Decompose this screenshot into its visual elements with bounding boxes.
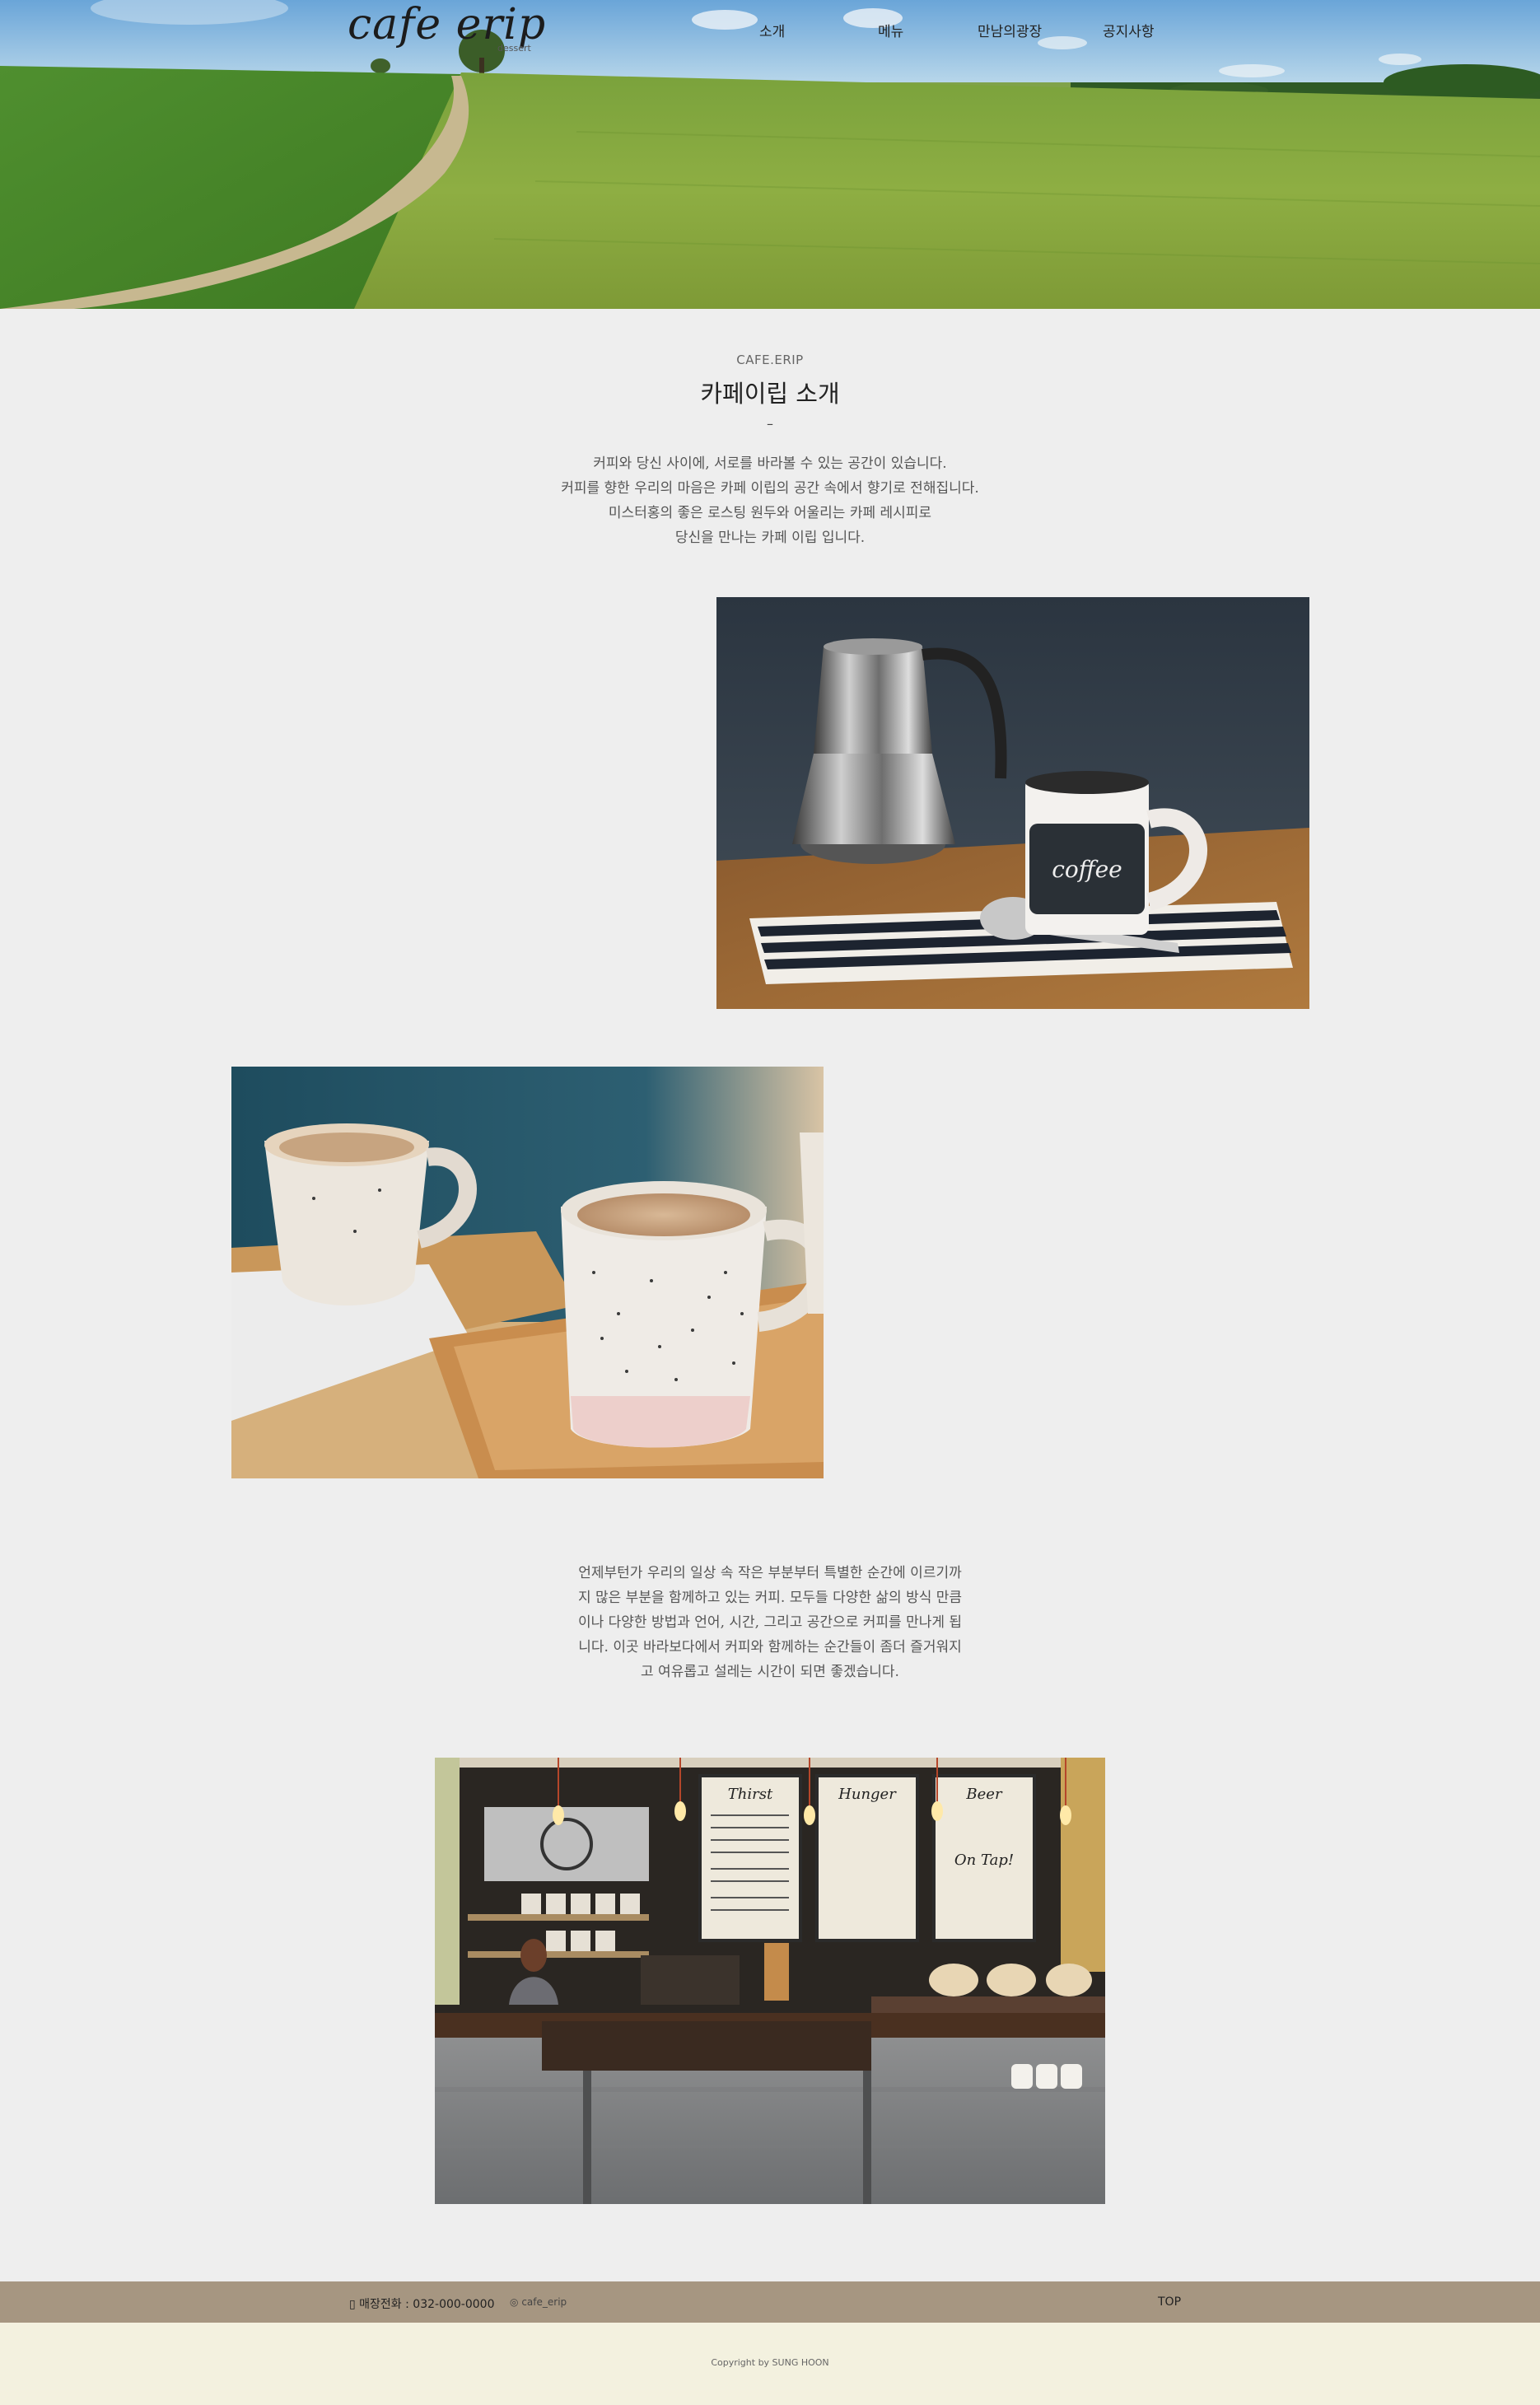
mug-label: coffee (1052, 856, 1122, 883)
intro-line: 미스터홍의 좋은 로스팅 원두와 어울리는 카페 레시피로 (608, 505, 932, 521)
field-landscape-image (0, 0, 1540, 309)
copyright-text: Copyright by SUNG HOON (711, 2357, 829, 2368)
instagram-link[interactable]: ◎ cafe_erip (510, 2296, 567, 2308)
intro-text: 커피와 당신 사이에, 서로를 바라볼 수 있는 공간이 있습니다. 커피를 향… (0, 451, 1540, 550)
menu-board-thirst: Thirst (698, 1774, 802, 1942)
story-line: 언제부턴가 우리의 일상 속 작은 부분부터 특별한 순간에 이르기까 (578, 1565, 962, 1581)
story-line: 고 여유롭고 설레는 시간이 되면 좋겠습니다. (641, 1664, 899, 1680)
intro-line: 당신을 만나는 카페 이립 입니다. (674, 530, 866, 546)
instagram-handle: cafe_erip (521, 2296, 567, 2308)
nav-about[interactable]: 소개 (759, 20, 785, 40)
cafe-counter-photo: Thirst Hunger Beer On Tap! (435, 1758, 1105, 2204)
svg-text:Thirst: Thirst (728, 1786, 773, 1803)
coffee-mug-photo: coffee (716, 597, 1309, 1009)
svg-text:Hunger: Hunger (838, 1786, 897, 1803)
latte-mugs-photo (231, 1067, 824, 1478)
phone-icon: ▯ (349, 2298, 356, 2311)
nav-notice[interactable]: 공지사항 (1103, 20, 1155, 40)
nav-meeting-plaza[interactable]: 만남의광장 (978, 20, 1042, 40)
svg-text:On Tap!: On Tap! (954, 1852, 1014, 1869)
story-line: 니다. 이곳 바라보다에서 커피와 함께하는 순간들이 좀더 즐거워지 (578, 1639, 962, 1655)
story-line: 지 많은 부분을 함께하고 있는 커피. 모두들 다양한 삶의 방식 만큼 (577, 1590, 963, 1606)
svg-text:Beer: Beer (965, 1786, 1003, 1803)
footer-bar: ▯ 매장전화 : 032-000-0000 ◎ cafe_erip TOP (0, 2281, 1540, 2323)
menu-board-hunger: Hunger (815, 1774, 919, 1942)
hero-banner: cafe erip dessert 소개 메뉴 만남의광장 공지사항 (0, 0, 1540, 309)
section-eyebrow: CAFE.ERIP (736, 353, 804, 367)
phone-text: 매장전화 : 032-000-0000 (359, 2298, 495, 2311)
store-phone: ▯ 매장전화 : 032-000-0000 (349, 2295, 495, 2312)
intro-line: 커피와 당신 사이에, 서로를 바라볼 수 있는 공간이 있습니다. (593, 455, 947, 472)
menu-board-beer: Beer On Tap! (932, 1774, 1036, 1942)
story-line: 이나 다양한 방법과 언어, 시간, 그리고 공간으로 커피를 만나게 됩 (577, 1614, 963, 1631)
story-text: 언제부턴가 우리의 일상 속 작은 부분부터 특별한 순간에 이르기까 지 많은… (0, 1561, 1540, 1684)
nav-menu[interactable]: 메뉴 (878, 20, 903, 40)
copyright-band: Copyright by SUNG HOON (0, 2323, 1540, 2405)
intro-line: 커피를 향한 우리의 마음은 카페 이립의 공간 속에서 향기로 전해집니다. (561, 480, 979, 497)
main-nav: 소개 메뉴 만남의광장 공지사항 (0, 20, 1540, 44)
instagram-icon: ◎ (510, 2296, 519, 2308)
title-divider: – (767, 416, 773, 432)
intro-title: 카페이립 소개 (700, 380, 840, 408)
back-to-top-button[interactable]: TOP (1158, 2295, 1181, 2309)
